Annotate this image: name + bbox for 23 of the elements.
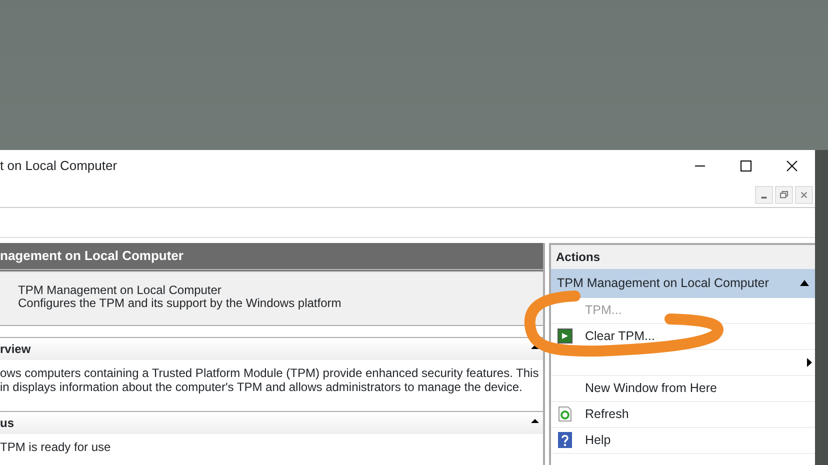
summary-description: Configures the TPM and its support by the Windows platform [18,297,342,312]
section-text: TPM is ready for use [0,440,112,454]
action-group-header[interactable]: TPM Management on Local Computer [551,269,815,298]
help-icon [557,432,573,448]
refresh-icon [557,406,573,422]
section-text: ows computers containing a Trusted Platform Module (TPM) provide enhanced security features. This [0,366,540,380]
submenu-arrow-icon[interactable] [807,358,812,367]
actions-header: Actions [551,243,815,269]
action-item[interactable]: Refresh [585,404,629,424]
close-icon[interactable] [795,186,813,204]
tpm-icon [557,328,573,344]
pane-header: nagement on Local Computer [0,243,543,272]
minimize-icon[interactable] [755,186,773,204]
collapse-icon[interactable] [800,280,809,286]
window-title: t on Local Computer [0,157,118,176]
restore-icon[interactable] [775,186,793,204]
action-item[interactable]: New Window from Here [585,378,717,398]
section-text: in displays information about the computer's TPM and allows administrators to manage the device. [0,380,524,395]
summary-title: TPM Management on Local Computer [18,284,222,298]
action-item[interactable]: Help [585,430,611,450]
section-title: rview [0,341,31,358]
action-item[interactable]: Clear TPM... [585,326,655,346]
section-title: us [0,414,14,432]
